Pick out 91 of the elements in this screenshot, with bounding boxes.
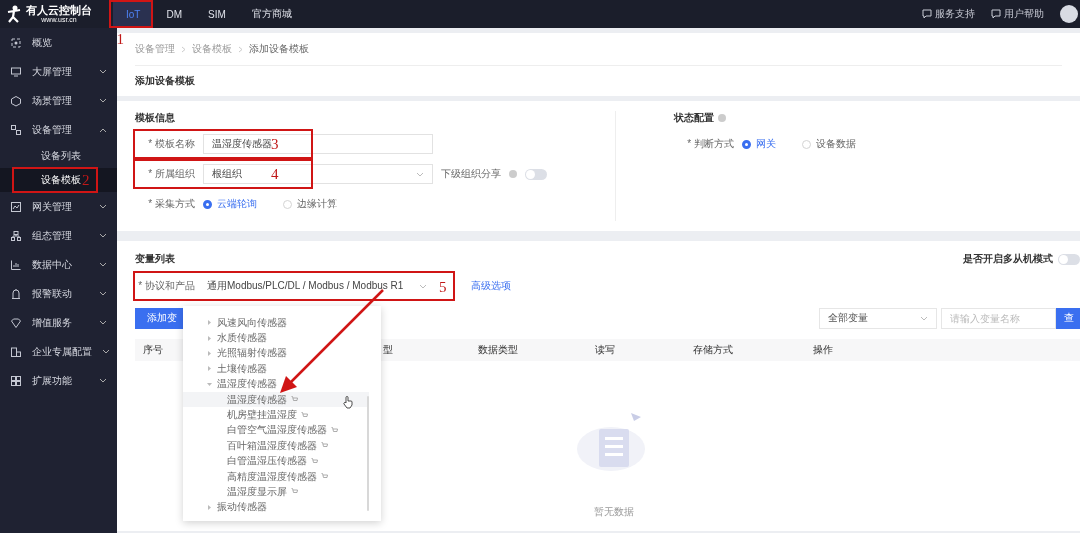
sidebar-item[interactable]: 报警联动: [0, 279, 117, 308]
tree-item[interactable]: 白管温湿压传感器: [183, 453, 369, 469]
sidebar-item[interactable]: 大屏管理: [0, 57, 117, 86]
advanced-options-link[interactable]: 高级选项: [471, 279, 511, 293]
menu-item-icon: [10, 316, 22, 329]
annotation-number: 2: [82, 173, 90, 188]
field-label: 下级组织分享: [441, 167, 501, 181]
search-field[interactable]: 请输入变量名称: [941, 307, 1056, 329]
annotation-number: 3: [271, 137, 279, 152]
annotation-number: 1: [116, 32, 124, 47]
radio-option[interactable]: 设备数据: [802, 137, 856, 151]
menu-item-icon: [10, 345, 22, 358]
tree-item[interactable]: 温湿度显示屏: [183, 484, 369, 500]
empty-state-text: 暂无数据: [593, 505, 634, 519]
chat-icon: [922, 9, 932, 19]
field-label: * 协议和产品: [137, 279, 195, 293]
chevron-icon: [181, 45, 186, 53]
tree-item[interactable]: 高精度温湿度传感器: [183, 468, 369, 485]
sidebar-item[interactable]: 概览: [0, 28, 117, 57]
sidebar-item[interactable]: 场景管理: [0, 86, 117, 115]
sidebar-subitem[interactable]: 设备模板2: [0, 168, 117, 192]
help-icon: [718, 114, 726, 122]
menu-item-icon: [10, 65, 22, 78]
column-header: 型: [383, 343, 393, 357]
tree-item[interactable]: 水质传感器: [183, 330, 381, 346]
nav-tab[interactable]: DM: [153, 0, 195, 28]
field-label: 是否开启多从机模式: [963, 252, 1053, 266]
column-header: 读写: [595, 343, 615, 357]
hand-cursor-icon: [343, 396, 353, 409]
section-title: 变量列表: [135, 252, 175, 266]
nav-tab[interactable]: SIM: [195, 0, 239, 28]
field-label: * 所属组织: [147, 167, 195, 181]
menu-item-icon: [10, 123, 22, 136]
search-button[interactable]: 查: [1056, 307, 1080, 329]
menu-item-icon: [10, 94, 22, 107]
annotation-number: 4: [271, 167, 279, 182]
menu-item-icon: [10, 36, 22, 49]
breadcrumb-item: 添加设备模板: [249, 42, 309, 56]
column-header: 操作: [813, 343, 833, 357]
help-icon: [509, 170, 517, 178]
logo-icon: [6, 5, 22, 23]
toggle-switch[interactable]: [1058, 253, 1080, 265]
tree-item[interactable]: 温湿度传感器: [183, 376, 381, 392]
menu-item-icon: [10, 258, 22, 271]
radio-option[interactable]: 云端轮询: [203, 197, 257, 211]
column-header: 数据类型: [478, 343, 518, 357]
annotation-number: 5: [439, 280, 447, 295]
tree-item[interactable]: 土壤传感器: [183, 361, 381, 377]
avatar[interactable]: [1060, 5, 1078, 23]
sidebar-item[interactable]: 网关管理: [0, 192, 117, 221]
menu-item-icon: [10, 200, 22, 213]
field-label: * 采集方式: [147, 197, 195, 211]
field-label: * 模板名称: [147, 137, 195, 151]
toggle-switch[interactable]: [525, 168, 547, 180]
sidebar-subitem[interactable]: 设备列表: [0, 144, 117, 168]
annotation-box: [109, 0, 154, 28]
chat-icon: [991, 9, 1001, 19]
sidebar-item[interactable]: 数据中心: [0, 250, 117, 279]
sidebar-item[interactable]: 设备管理: [0, 115, 117, 144]
sidebar-item[interactable]: 企业专属配置: [0, 337, 117, 366]
field-label: * 判断方式: [686, 137, 734, 151]
sidebar-item[interactable]: 扩展功能: [0, 366, 117, 395]
caret-icon: [920, 315, 928, 321]
section-title: 模板信息: [135, 111, 176, 125]
cart-icon: [291, 488, 298, 496]
sidebar-item[interactable]: 组态管理: [0, 221, 117, 250]
sidebar-item[interactable]: 增值服务: [0, 308, 117, 337]
menu-item-icon: [10, 229, 22, 242]
select-field[interactable]: 全部变量: [819, 307, 937, 329]
tree-item[interactable]: 白管空气温湿度传感器: [183, 422, 369, 439]
nav-tab[interactable]: 官方商城: [238, 0, 305, 28]
section-title: 状态配置: [674, 111, 714, 125]
scrollbar[interactable]: [367, 396, 369, 511]
caret-icon: [419, 283, 427, 289]
chevron-icon: [238, 45, 243, 53]
radio-option[interactable]: 边缘计算: [283, 197, 337, 211]
tree-item[interactable]: 机房壁挂温湿度: [183, 407, 369, 423]
tree-item[interactable]: 光照辐射传感器: [183, 345, 381, 362]
page-title: 添加设备模板: [135, 74, 196, 88]
logo-title: 有人云控制台: [26, 4, 92, 16]
column-header: 存储方式: [693, 343, 733, 357]
menu-item-icon: [10, 287, 22, 300]
tree-item[interactable]: 温湿度传感器: [183, 391, 369, 408]
tree-item[interactable]: 振动传感器: [183, 499, 381, 516]
header-link[interactable]: 用户帮助: [1004, 7, 1044, 21]
column-header: 序号: [143, 343, 163, 357]
menu-item-icon: [10, 374, 22, 387]
tree-item[interactable]: 百叶箱温湿度传感器: [183, 438, 369, 454]
caret-icon: [416, 171, 424, 177]
radio-option[interactable]: 网关: [742, 137, 776, 151]
header-link[interactable]: 服务支持: [935, 7, 975, 21]
